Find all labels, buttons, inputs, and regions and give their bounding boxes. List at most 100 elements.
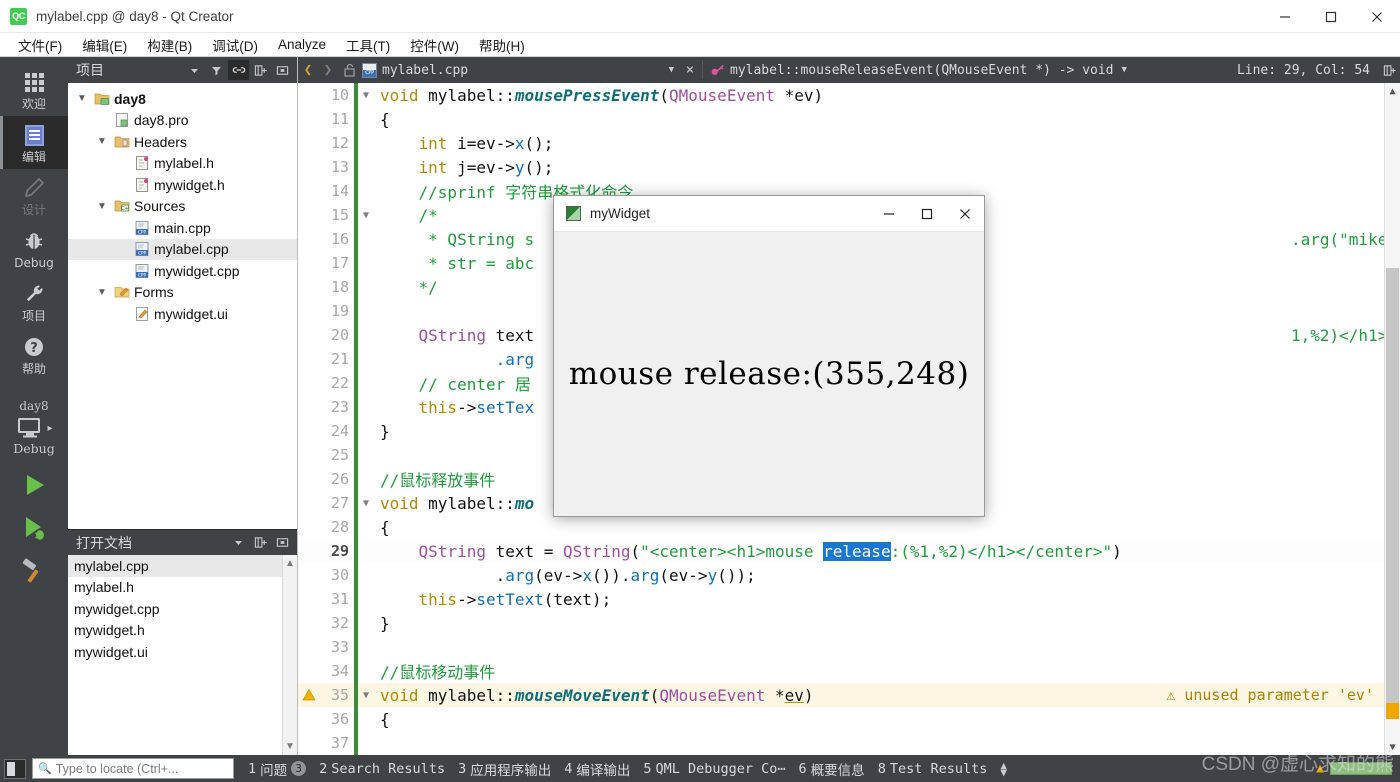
fold-chevron-icon[interactable]: ▼ (358, 210, 374, 221)
mode-projects[interactable]: 项目 (0, 275, 68, 328)
run-button[interactable] (19, 470, 49, 505)
tree-item-mywidget-cpp[interactable]: CPP mywidget.cpp (68, 260, 297, 282)
warning-icon[interactable]: ▲ (1316, 761, 1324, 776)
output-pane-button[interactable]: 2 Search Results (319, 761, 445, 777)
close-panel-icon[interactable] (272, 533, 293, 553)
menu-help[interactable]: 帮助(H) (469, 33, 535, 57)
unlock-icon[interactable] (338, 63, 360, 77)
code-line[interactable]: 11 { (298, 107, 1400, 131)
split-editor-icon[interactable] (1378, 64, 1400, 77)
tree-item-mywidget-ui[interactable]: mywidget.ui (68, 303, 297, 325)
tree-item-day8-pro[interactable]: day8.pro (68, 110, 297, 132)
forward-arrow-icon[interactable]: ❯ (318, 62, 338, 78)
minimize-button[interactable] (1262, 0, 1308, 33)
output-pane-button[interactable]: 4 编译输出 (564, 759, 630, 779)
open-documents-scrollbar[interactable]: ▲ ▼ (282, 555, 297, 755)
kit-selector[interactable]: day8 ▸ Debug (0, 399, 68, 456)
scrollbar-thumb[interactable] (1386, 268, 1399, 708)
code-line[interactable]: 37 (298, 731, 1400, 755)
file-selector-combo[interactable]: mylabel.cpp ▼ (360, 62, 680, 78)
search-input[interactable]: 🔍 Type to locate (Ctrl+... (32, 758, 234, 779)
scroll-down-icon[interactable]: ▼ (1385, 739, 1400, 755)
code-line[interactable]: 34 //鼠标移动事件 (298, 659, 1400, 683)
chevron-down-icon[interactable]: ▼ (1114, 65, 1133, 75)
open-document-item[interactable]: mywidget.h (68, 620, 297, 642)
tree-item-mywidget-h[interactable]: mywidget.h (68, 174, 297, 196)
chevron-down-icon[interactable] (228, 533, 249, 553)
project-tree[interactable]: ▼ day8 day8.pro ▼ Headers mylabel.h mywidget.h… (68, 83, 297, 529)
chevron-down-icon[interactable]: ▼ (669, 65, 680, 75)
scroll-down-icon[interactable]: ▼ (285, 741, 295, 755)
warning-icon[interactable] (298, 688, 320, 702)
menu-build[interactable]: 构建(B) (137, 33, 202, 57)
code-line[interactable]: 33 (298, 635, 1400, 659)
open-document-item[interactable]: mylabel.cpp (68, 555, 297, 577)
menu-tools[interactable]: 工具(T) (336, 33, 400, 57)
code-line[interactable]: 10 ▼ void mylabel::mousePressEvent(QMouseE… (298, 83, 1400, 107)
popup-maximize-button[interactable] (908, 196, 946, 232)
code-line[interactable]: 35 ▼ void mylabel::mouseMoveEvent(QMouseEv… (298, 683, 1400, 707)
run-debug-button[interactable] (19, 513, 49, 548)
symbol-selector-combo[interactable]: mylabel::mouseReleaseEvent(QMouseEvent *… (730, 63, 1229, 78)
maximize-button[interactable] (1308, 0, 1354, 33)
code-line[interactable]: 36 { (298, 707, 1400, 731)
close-panel-icon[interactable] (272, 60, 293, 80)
output-pane-button[interactable]: 3 应用程序输出 (458, 759, 551, 779)
mode-edit[interactable]: 编辑 (0, 116, 68, 169)
code-line[interactable]: 12 int i=ev->x(); (298, 131, 1400, 155)
output-pane-button[interactable]: 6 概要信息 (799, 759, 865, 779)
code-line[interactable]: 29 QString text = QString("<center><h1>m… (298, 539, 1400, 563)
output-pane-button[interactable]: 5 QML Debugger Co⋯ (643, 761, 785, 777)
tree-item-sources[interactable]: ▼ C+ Sources (68, 196, 297, 218)
tree-item-mylabel-cpp[interactable]: CPP mylabel.cpp (68, 238, 297, 260)
code-line[interactable]: 31 this->setText(text); (298, 587, 1400, 611)
code-line[interactable]: 13 int j=ev->y(); (298, 155, 1400, 179)
expand-chevron-icon[interactable]: ▼ (72, 93, 92, 104)
open-document-item[interactable]: mylabel.h (68, 577, 297, 599)
tree-item-day8[interactable]: ▼ day8 (68, 88, 297, 110)
add-split-icon[interactable] (250, 60, 271, 80)
sidebar-toggle-icon[interactable] (4, 758, 26, 779)
code-line[interactable]: 28 { (298, 515, 1400, 539)
code-line[interactable]: 32} (298, 611, 1400, 635)
chevron-down-icon[interactable] (184, 60, 205, 80)
tree-item-forms[interactable]: ▼ Forms (68, 282, 297, 304)
code-line[interactable]: 30 .arg(ev->x()).arg(ev->y()); (298, 563, 1400, 587)
menu-analyze[interactable]: Analyze (268, 35, 336, 54)
fold-chevron-icon[interactable]: ▼ (358, 498, 374, 509)
menu-window[interactable]: 控件(W) (400, 33, 469, 57)
close-document-button[interactable]: × (680, 62, 700, 78)
scroll-up-icon[interactable]: ▲ (285, 555, 295, 569)
mode-help[interactable]: ? 帮助 (0, 328, 68, 381)
editor-scrollbar[interactable]: ▲ ▼ (1384, 83, 1400, 755)
back-arrow-icon[interactable]: ❮ (298, 62, 318, 78)
popup-minimize-button[interactable] (870, 196, 908, 232)
line-column-indicator[interactable]: Line: 29, Col: 54 (1229, 63, 1378, 78)
expand-chevron-icon[interactable]: ▼ (92, 136, 112, 147)
popup-content-area[interactable]: mouse release:(355,248) (554, 232, 984, 516)
output-pane-button[interactable]: 8 Test Results (878, 761, 988, 777)
output-pane-button[interactable]: 1 问题 3 (248, 759, 307, 779)
expand-chevron-icon[interactable]: ▼ (92, 201, 112, 212)
menu-debug[interactable]: 调试(D) (202, 33, 268, 57)
add-split-icon[interactable] (250, 533, 271, 553)
updown-icon[interactable]: ▲ ▼ (1000, 760, 1007, 778)
mywidget-popup-window[interactable]: myWidget mouse release:(355,248) (553, 195, 985, 517)
mode-welcome[interactable]: 欢迎 (0, 63, 68, 116)
tree-item-main-cpp[interactable]: CPP main.cpp (68, 217, 297, 239)
open-document-item[interactable]: mywidget.ui (68, 641, 297, 663)
popup-close-button[interactable] (946, 196, 984, 232)
tree-item-mylabel-h[interactable]: mylabel.h (68, 153, 297, 175)
open-document-item[interactable]: mywidget.cpp (68, 598, 297, 620)
menu-edit[interactable]: 编辑(E) (72, 33, 137, 57)
fold-chevron-icon[interactable]: ▼ (358, 690, 374, 701)
tree-item-headers[interactable]: ▼ Headers (68, 131, 297, 153)
open-documents-list[interactable]: mylabel.cpp mylabel.h mywidget.cpp mywidget… (68, 555, 297, 755)
mode-debug[interactable]: Debug (0, 222, 68, 275)
filter-icon[interactable] (206, 60, 227, 80)
build-button[interactable] (19, 556, 49, 591)
close-button[interactable] (1354, 0, 1400, 33)
fold-chevron-icon[interactable]: ▼ (358, 90, 374, 101)
mode-design[interactable]: 设计 (0, 169, 68, 222)
expand-chevron-icon[interactable]: ▼ (92, 287, 112, 298)
